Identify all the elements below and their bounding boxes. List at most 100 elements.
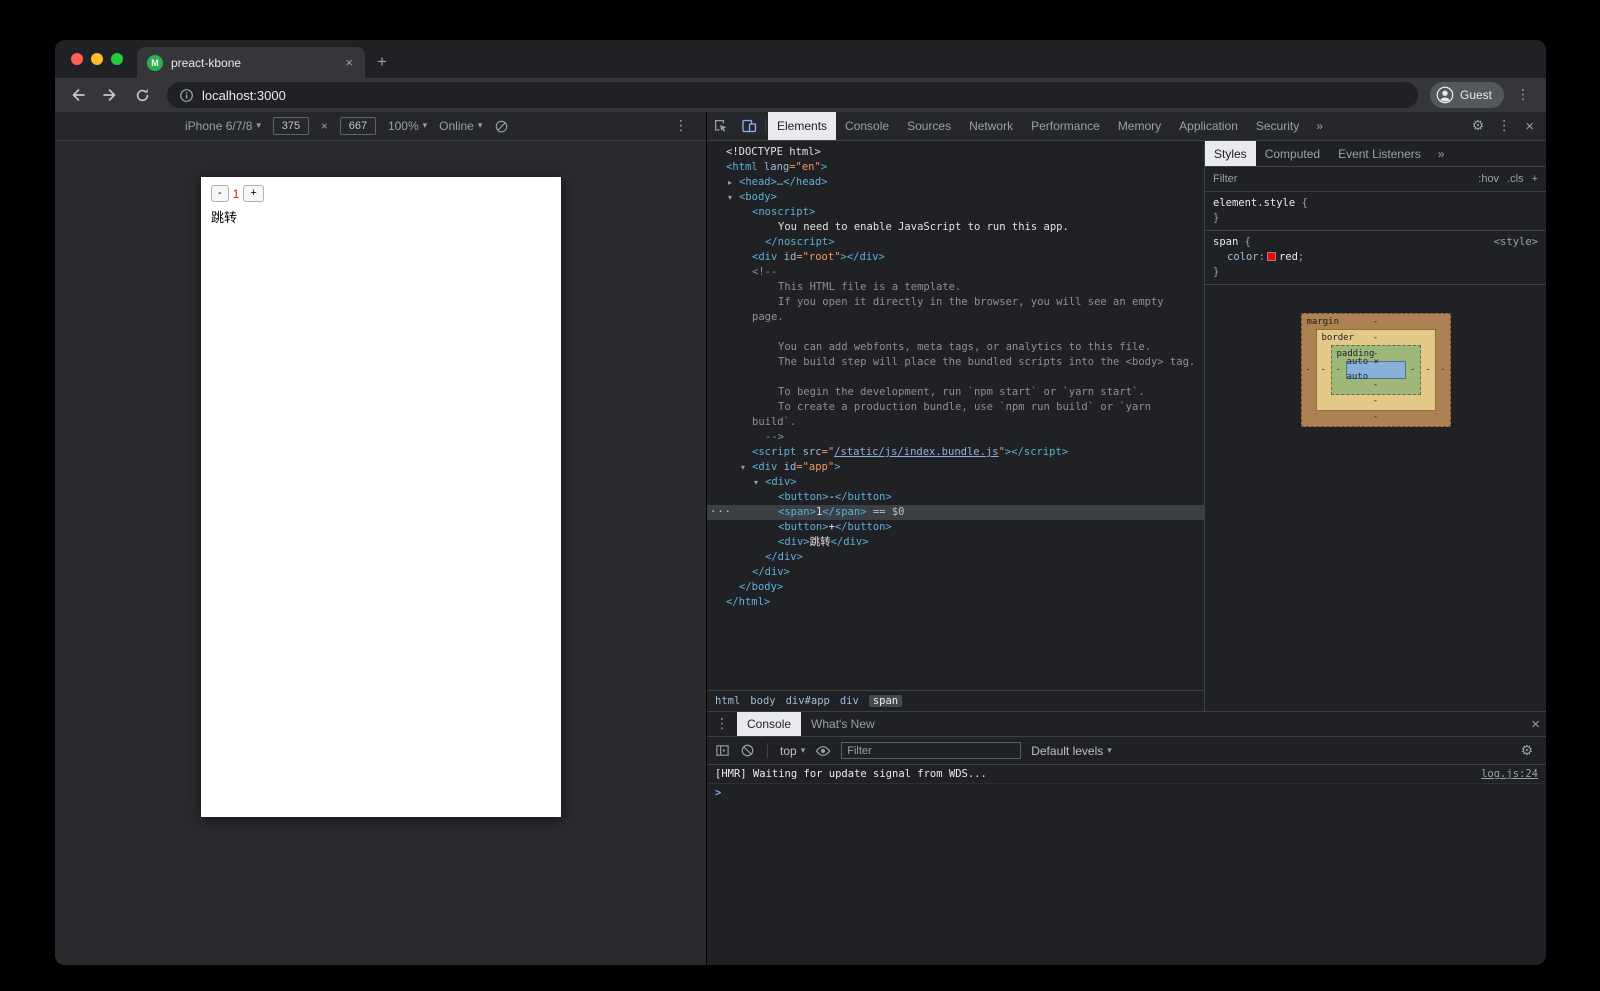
drawer-close-icon[interactable]: × <box>1525 716 1546 733</box>
elements-tree-line[interactable]: <div id="root"></div> <box>707 250 1204 265</box>
rotate-disabled-icon[interactable] <box>494 119 509 134</box>
breadcrumb-item-div[interactable]: div <box>840 695 859 707</box>
devtools-tab-memory[interactable]: Memory <box>1109 112 1170 140</box>
box-model-padding[interactable]: padding - - - - auto × auto <box>1331 345 1421 395</box>
elements-tree-line[interactable]: <!-- <box>707 265 1204 280</box>
elements-tree-line[interactable]: To create a production bundle, use `npm … <box>707 400 1204 415</box>
profile-button[interactable]: Guest <box>1430 82 1504 108</box>
log-source-link[interactable]: log.js:24 <box>1481 768 1538 780</box>
elements-tree-line[interactable]: <html lang="en"> <box>707 160 1204 175</box>
console-tab-console[interactable]: Console <box>737 712 801 736</box>
devtools-tab-elements[interactable]: Elements <box>768 112 836 140</box>
drawer-menu-icon[interactable]: ⋮ <box>707 712 737 736</box>
increment-button[interactable]: + <box>243 185 263 202</box>
elements-tree-line[interactable]: <button>-</button> <box>707 490 1204 505</box>
execution-context-select[interactable]: top ▾ <box>780 744 805 758</box>
property-name[interactable]: color <box>1227 251 1259 263</box>
margin-bottom-value[interactable]: - <box>1373 410 1378 425</box>
elements-tree-line[interactable]: To begin the development, run `npm start… <box>707 385 1204 400</box>
devtools-tab-security[interactable]: Security <box>1247 112 1308 140</box>
expand-arrow-icon[interactable]: ▾ <box>741 460 752 475</box>
breadcrumb-item-div-app[interactable]: div#app <box>786 695 830 707</box>
sidebar-more-tabs-icon[interactable]: » <box>1430 141 1453 166</box>
device-type-select[interactable]: iPhone 6/7/8 ▾ <box>185 119 261 133</box>
elements-tree-line[interactable]: ...<span>1</span> == $0 <box>707 505 1204 520</box>
elements-tree-line[interactable]: ▾<body> <box>707 190 1204 205</box>
live-expression-eye-icon[interactable] <box>815 743 831 759</box>
console-sidebar-icon[interactable] <box>715 743 730 758</box>
tab-close-icon[interactable]: × <box>343 55 355 70</box>
browser-menu-icon[interactable]: ⋮ <box>1510 87 1536 103</box>
elements-tree-line[interactable]: --> <box>707 430 1204 445</box>
breadcrumb-item-html[interactable]: html <box>715 695 740 707</box>
breadcrumb-item-span[interactable]: span <box>869 695 902 707</box>
elements-tree-line[interactable]: </noscript> <box>707 235 1204 250</box>
elements-tree-line[interactable]: If you open it directly in the browser, … <box>707 295 1204 310</box>
toggle-classes-button[interactable]: .cls <box>1507 173 1524 185</box>
elements-tree-line[interactable]: <noscript> <box>707 205 1204 220</box>
elements-tree-line[interactable]: page. <box>707 310 1204 325</box>
margin-right-value[interactable]: - <box>1440 363 1445 378</box>
more-tabs-icon[interactable]: » <box>1308 112 1331 140</box>
devtools-tab-performance[interactable]: Performance <box>1022 112 1109 140</box>
console-filter-input[interactable] <box>841 742 1021 759</box>
decrement-button[interactable]: - <box>211 185 229 202</box>
inline-style-rule[interactable]: element.style { } <box>1205 192 1546 231</box>
elements-tree-line[interactable] <box>707 370 1204 385</box>
device-viewport[interactable]: - 1 + 跳转 <box>201 177 561 817</box>
rule-origin[interactable]: <style> <box>1494 235 1538 250</box>
margin-left-value[interactable]: - <box>1306 363 1311 378</box>
elements-tree-line[interactable]: </body> <box>707 580 1204 595</box>
elements-tree-line[interactable]: This HTML file is a template. <box>707 280 1204 295</box>
maximize-window-button[interactable] <box>111 53 123 65</box>
elements-tree-line[interactable]: </html> <box>707 595 1204 610</box>
elements-tree-line[interactable] <box>707 325 1204 340</box>
elements-tree-line[interactable]: ▾<div id="app"> <box>707 460 1204 475</box>
elements-tree-line[interactable]: <button>+</button> <box>707 520 1204 535</box>
elements-tree-line[interactable]: </div> <box>707 565 1204 580</box>
devtools-menu-icon[interactable]: ⋮ <box>1491 118 1517 134</box>
expand-arrow-icon[interactable]: ▸ <box>728 175 739 190</box>
network-throttling-select[interactable]: Online ▾ <box>439 119 482 133</box>
forward-button[interactable] <box>97 82 123 108</box>
elements-tree-line[interactable]: build`. <box>707 415 1204 430</box>
devtools-tab-network[interactable]: Network <box>960 112 1022 140</box>
box-model-content[interactable]: auto × auto <box>1346 361 1406 379</box>
address-bar[interactable]: localhost:3000 <box>167 82 1418 108</box>
elements-tree-line[interactable]: <div>跳转</div> <box>707 535 1204 550</box>
clear-console-icon[interactable] <box>740 743 755 758</box>
elements-tree-line[interactable]: You need to enable JavaScript to run thi… <box>707 220 1204 235</box>
sidebar-tab-computed[interactable]: Computed <box>1256 141 1329 166</box>
property-value[interactable]: red <box>1279 251 1298 263</box>
elements-tree-line[interactable]: You can add webfonts, meta tags, or anal… <box>707 340 1204 355</box>
margin-top-value[interactable]: - <box>1373 315 1378 330</box>
box-model-border[interactable]: border - - - - padding - - <box>1316 329 1436 411</box>
console-tab-what-s-new[interactable]: What's New <box>801 712 885 736</box>
padding-right-value[interactable]: - <box>1410 363 1415 378</box>
page-info-icon[interactable] <box>179 88 194 103</box>
elements-tree-line[interactable]: ▸<head>…</head> <box>707 175 1204 190</box>
toggle-hover-state-button[interactable]: :hov <box>1478 173 1499 185</box>
breadcrumb-item-body[interactable]: body <box>750 695 775 707</box>
devtools-close-icon[interactable]: × <box>1519 118 1540 135</box>
log-levels-select[interactable]: Default levels ▾ <box>1031 744 1112 758</box>
console-prompt[interactable]: > <box>707 784 1546 802</box>
close-window-button[interactable] <box>71 53 83 65</box>
elements-tree-line[interactable]: The build step will place the bundled sc… <box>707 355 1204 370</box>
reload-button[interactable] <box>129 82 155 108</box>
browser-tab[interactable]: M preact-kbone × <box>137 47 365 78</box>
devtools-tab-console[interactable]: Console <box>836 112 898 140</box>
elements-tree-line[interactable]: ▾<div> <box>707 475 1204 490</box>
expand-arrow-icon[interactable]: ▾ <box>728 190 739 205</box>
device-toolbar-menu-icon[interactable]: ⋮ <box>668 118 694 134</box>
border-right-value[interactable]: - <box>1425 363 1430 378</box>
back-button[interactable] <box>65 82 91 108</box>
box-model-margin[interactable]: margin - - - - border - - - <box>1301 313 1451 427</box>
expand-arrow-icon[interactable]: ▾ <box>754 475 765 490</box>
overflow-ellipsis-icon[interactable]: ... <box>710 502 732 517</box>
devtools-tab-application[interactable]: Application <box>1170 112 1247 140</box>
devtools-tab-sources[interactable]: Sources <box>898 112 960 140</box>
elements-tree-line[interactable]: <script src="/static/js/index.bundle.js"… <box>707 445 1204 460</box>
new-style-rule-button[interactable]: + <box>1532 173 1538 185</box>
device-height-input[interactable] <box>340 117 376 135</box>
